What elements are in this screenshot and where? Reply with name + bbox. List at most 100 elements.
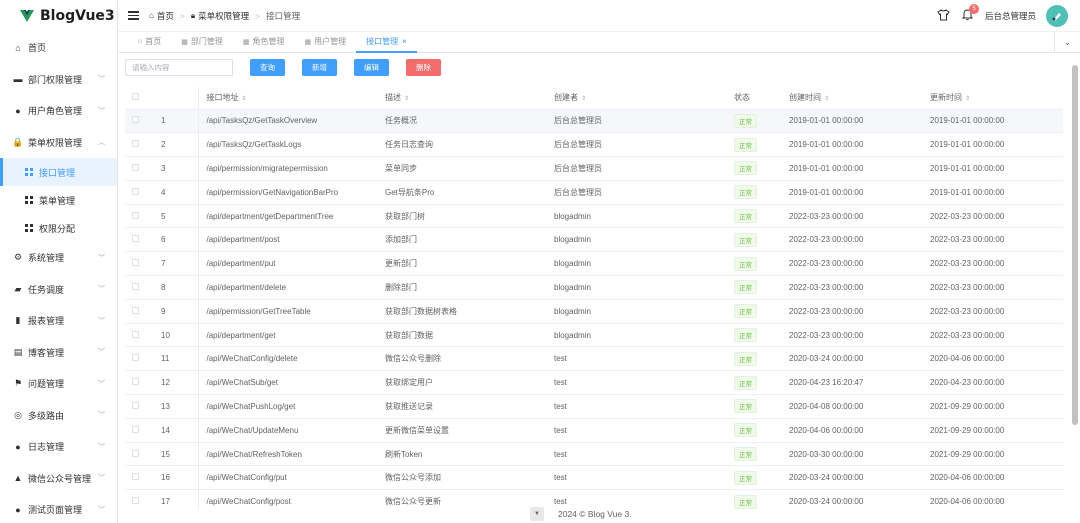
row-checkbox[interactable] xyxy=(125,370,153,396)
avatar[interactable] xyxy=(1046,5,1068,27)
sidebar-item[interactable]: 🔒 菜单权限管理 ︿ xyxy=(0,127,117,159)
table-row[interactable]: 6/api/department/post 添加部门 blogadmin 正常 2022… xyxy=(125,227,1063,253)
table-row[interactable]: 10/api/department/get 获取部门数据 blogadmin 正常 20… xyxy=(125,323,1063,348)
tab-label: 部门管理 xyxy=(190,37,223,46)
sidebar-item-label: 首页 xyxy=(28,43,47,54)
query-button[interactable]: 查询 xyxy=(250,59,285,76)
table-row[interactable]: 8/api/department/delete 删除部门 blogadmin 正常 20… xyxy=(125,275,1063,300)
menu-toggle-icon[interactable] xyxy=(128,9,139,22)
row-index: 6 xyxy=(153,227,198,253)
row-checkbox[interactable] xyxy=(125,323,153,348)
delete-button[interactable]: 删除 xyxy=(406,59,441,76)
select-all-checkbox[interactable] xyxy=(125,87,153,110)
table-row[interactable]: 3/api/permission/migratepermission 菜单同步 后台… xyxy=(125,156,1063,181)
table-row[interactable]: 5/api/department/getDepartmentTree 获取部门树 b… xyxy=(125,204,1063,229)
row-checkbox[interactable] xyxy=(125,132,153,158)
sidebar-item-label: 报表管理 xyxy=(28,316,65,327)
row-checkbox[interactable] xyxy=(125,394,153,419)
tab[interactable]: ⌂ 首页 xyxy=(128,31,171,52)
search-input[interactable] xyxy=(125,59,233,76)
row-checkbox[interactable] xyxy=(125,465,153,491)
row-index: 9 xyxy=(153,299,198,324)
sidebar-item[interactable]: ● 用户角色管理 ﹀ xyxy=(0,95,117,127)
table-row[interactable]: 14/api/WeChat/UpdateMenu 更新微信菜单设置 test 正常 20… xyxy=(125,418,1063,443)
sidebar-item[interactable]: ⌂ 首页 xyxy=(0,32,117,64)
table-row[interactable]: 13/api/WeChatPushLog/get 获取推送记录 test 正常 2020… xyxy=(125,394,1063,419)
sidebar-subitem[interactable]: 菜单管理 xyxy=(0,186,117,214)
status-cell: 正常 xyxy=(726,227,781,253)
bell-icon[interactable]: 5 xyxy=(961,3,979,24)
row-checkbox[interactable] xyxy=(125,299,153,324)
table-row[interactable]: 9/api/permission/GetTreeTable 获取部门数据树表格 bl… xyxy=(125,299,1063,324)
row-checkbox[interactable] xyxy=(125,346,153,372)
row-checkbox[interactable] xyxy=(125,156,153,181)
sidebar-item[interactable]: ▰ 任务调度 ﹀ xyxy=(0,274,117,306)
sidebar-item[interactable]: ⚑ 问题管理 ﹀ xyxy=(0,368,117,400)
sidebar-subitem[interactable]: 接口管理 xyxy=(0,158,117,186)
tab[interactable]: ▦ 用户管理 xyxy=(294,31,356,52)
sidebar-item-label: 用户角色管理 xyxy=(28,106,83,117)
tab[interactable]: ▦ 角色管理 xyxy=(233,31,295,52)
row-checkbox[interactable] xyxy=(125,418,153,443)
table-row[interactable]: 1/api/TasksQz/GetTaskOverview 任务概况 后台总管理员正… xyxy=(125,109,1063,134)
add-button[interactable]: 新增 xyxy=(302,59,337,76)
row-checkbox[interactable] xyxy=(125,442,153,467)
blog-icon: ▤ xyxy=(13,346,23,357)
sort-icon: ⇕ xyxy=(404,96,410,103)
table-row[interactable]: 7/api/department/put 更新部门 blogadmin 正常 2022-… xyxy=(125,251,1063,277)
created-cell: 2019-01-01 00:00:00 xyxy=(781,180,922,205)
table-row[interactable]: 4/api/permission/GetNavigationBarPro Get导… xyxy=(125,180,1063,205)
table-row[interactable]: 16/api/WeChatConfig/put 微信公众号添加 test 正常 2020… xyxy=(125,465,1063,491)
row-index: 16 xyxy=(153,465,198,491)
logo[interactable]: BlogVue3 xyxy=(0,0,117,32)
sidebar-item[interactable]: ● 测试页面管理 ﹀ xyxy=(0,494,117,523)
table-row[interactable]: 11/api/WeChatConfig/delete 微信公众号删除 test 正常 2… xyxy=(125,346,1063,372)
column-header-creator[interactable]: 创建者 ⇕ xyxy=(546,87,726,110)
scrollbar[interactable] xyxy=(1072,55,1078,523)
sidebar-item-label: 部门权限管理 xyxy=(28,74,83,85)
created-cell: 2020-04-23 16:20:47 xyxy=(781,370,922,396)
column-header-updated[interactable]: 更新时间 ⇕ xyxy=(922,87,1063,110)
column-header-created[interactable]: 创建时间 ⇕ xyxy=(781,87,922,110)
row-checkbox[interactable] xyxy=(125,180,153,205)
column-header-url[interactable]: 接口地址 ⇕ xyxy=(197,87,377,110)
row-checkbox[interactable] xyxy=(125,489,153,510)
creator-cell: test xyxy=(546,465,726,491)
table-row[interactable]: 2/api/TasksQz/GetTaskLogs 任务日志查询 后台总管理员 正常 2… xyxy=(125,132,1063,158)
sidebar-item[interactable]: ▲ 微信公众号管理 ﹀ xyxy=(0,463,117,495)
scrollbar-thumb[interactable] xyxy=(1072,65,1078,425)
sidebar-subitem[interactable]: 权限分配 xyxy=(0,214,117,242)
breadcrumb-item-home[interactable]: 首页 xyxy=(157,10,174,22)
sidebar-item[interactable]: ▮ 报表管理 ﹀ xyxy=(0,305,117,337)
sidebar-item[interactable]: ▤ 博客管理 ﹀ xyxy=(0,337,117,369)
sidebar-item[interactable]: ◎ 多级路由 ﹀ xyxy=(0,400,117,432)
row-checkbox[interactable] xyxy=(125,251,153,277)
row-checkbox[interactable] xyxy=(125,275,153,300)
column-header-description[interactable]: 描述 ⇕ xyxy=(377,87,546,110)
row-checkbox[interactable] xyxy=(125,204,153,229)
row-checkbox[interactable] xyxy=(125,109,153,134)
description-cell: 任务概况 xyxy=(377,109,546,134)
status-badge: 正常 xyxy=(734,470,757,485)
username[interactable]: 后台总管理员 xyxy=(985,10,1036,22)
row-index: 7 xyxy=(153,251,198,277)
status-badge: 正常 xyxy=(734,232,757,247)
row-checkbox[interactable] xyxy=(125,227,153,253)
creator-cell: test xyxy=(546,442,726,467)
sidebar-item[interactable]: ● 日志管理 ﹀ xyxy=(0,431,117,463)
tab[interactable]: ▦ 部门管理 xyxy=(171,31,233,52)
tab[interactable]: 接口管理 × xyxy=(356,31,417,53)
edit-button[interactable]: 编辑 xyxy=(354,59,389,76)
sidebar-item[interactable]: ▬ 部门权限管理 ﹀ xyxy=(0,64,117,96)
url-cell: /api/TasksQz/GetTaskLogs xyxy=(197,132,377,158)
row-index: 2 xyxy=(153,132,198,158)
sidebar-item[interactable]: ⚙ 系统管理 ﹀ xyxy=(0,242,117,274)
breadcrumb-item-menu[interactable]: 菜单权限管理 xyxy=(198,10,249,22)
table-row[interactable]: 15/api/WeChat/RefreshToken 刷新Token test 正常 2… xyxy=(125,442,1063,467)
collapse-icon[interactable]: ▼ xyxy=(530,507,544,521)
table-row[interactable]: 12/api/WeChatSub/get 获取绑定用户 test 正常 2020-04-… xyxy=(125,370,1063,396)
url-cell: /api/WeChatSub/get xyxy=(197,370,377,396)
chevron-down-icon[interactable]: ⌄ xyxy=(1054,32,1080,53)
tshirt-icon[interactable] xyxy=(937,8,950,24)
close-icon[interactable]: × xyxy=(402,37,407,46)
